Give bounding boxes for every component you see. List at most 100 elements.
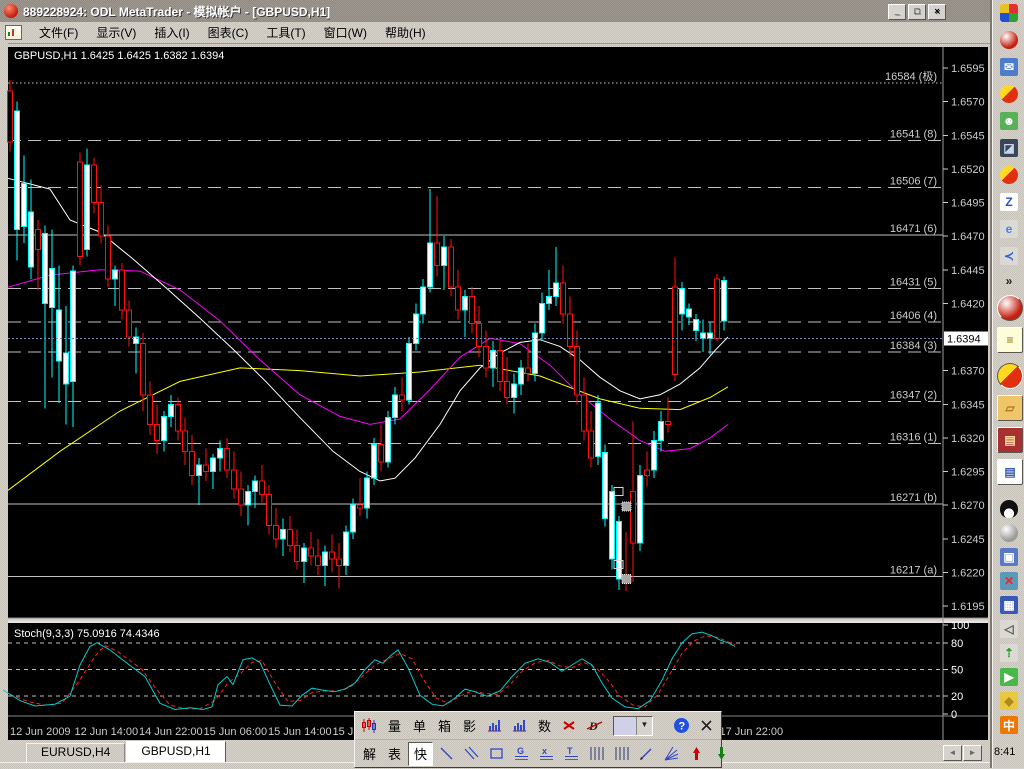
qq-icon[interactable] — [1000, 500, 1018, 518]
comet-taskbutton[interactable] — [997, 363, 1023, 389]
object-select-combo[interactable]: ▼ — [613, 715, 653, 736]
svg-text:x: x — [542, 746, 547, 756]
arrow-up-icon[interactable] — [685, 743, 708, 765]
odl-taskbutton[interactable] — [997, 295, 1023, 321]
arrow-down-icon[interactable] — [710, 743, 733, 765]
svg-text:16431 (5): 16431 (5) — [890, 277, 937, 289]
rectangle-icon[interactable] — [485, 743, 508, 765]
svg-text:50: 50 — [951, 665, 963, 677]
menu-item-2[interactable]: 插入(I) — [145, 22, 198, 43]
menu-item-1[interactable]: 显示(V) — [87, 22, 145, 43]
box-button[interactable]: 箱 — [433, 715, 456, 737]
svg-text:1.6270: 1.6270 — [951, 500, 985, 512]
menu-item-4[interactable]: 工具(T) — [257, 22, 314, 43]
svg-text:16316 (1): 16316 (1) — [890, 431, 937, 443]
books-taskbutton[interactable]: ▤ — [997, 427, 1023, 453]
document-taskbutton[interactable]: ▤ — [997, 459, 1023, 485]
maximize-button[interactable]: □ — [908, 4, 926, 20]
svg-text:1.6295: 1.6295 — [951, 467, 985, 479]
metatrader-window: 889228924: ODL MetaTrader - 模拟帐户 - [GBPU… — [0, 0, 992, 769]
quick-button[interactable]: 快 — [408, 741, 433, 766]
pencil-icon[interactable] — [635, 743, 658, 765]
menu-item-0[interactable]: 文件(F) — [30, 22, 87, 43]
volume-monitor-icon[interactable]: ▣ — [1000, 548, 1018, 566]
tab-eurusd-h4[interactable]: EURUSD,H4 — [26, 743, 126, 762]
z-app-icon[interactable]: Z — [1000, 193, 1018, 211]
bar-chart2-icon[interactable] — [508, 715, 531, 737]
comet-icon[interactable] — [1000, 85, 1018, 103]
tab-scrollbar: ◄ ► — [943, 745, 982, 761]
ie-icon[interactable]: e — [1000, 220, 1018, 238]
tab-gbpusd-h1[interactable]: GBPUSD,H1 — [126, 741, 226, 762]
svg-text:16384 (3): 16384 (3) — [890, 340, 937, 352]
volume-button[interactable]: 量 — [383, 715, 406, 737]
vertical-lines2-icon[interactable] — [610, 743, 633, 765]
fan-icon[interactable] — [660, 743, 683, 765]
dx-indicator-icon[interactable]: D — [583, 715, 606, 737]
svg-text:80: 80 — [951, 638, 963, 650]
tab-scroll-right-button[interactable]: ► — [963, 745, 982, 761]
svg-text:16506 (7): 16506 (7) — [890, 176, 937, 188]
svg-text:0: 0 — [951, 709, 957, 721]
folder-taskbutton[interactable]: ▱ — [997, 395, 1023, 421]
price-chart-svg: 16584 (极) 16541 (8) 16506 (7) 16471 (6) 1643… — [2, 47, 988, 740]
green-tv-icon[interactable]: ▶ — [1000, 668, 1018, 686]
svg-text:1.6445: 1.6445 — [951, 265, 985, 277]
overflow-chevron-icon[interactable]: » — [1000, 272, 1018, 290]
chevron-down-icon[interactable]: ▼ — [636, 716, 652, 735]
close-toolbar-icon[interactable] — [695, 715, 718, 737]
help-icon[interactable]: ? — [670, 715, 693, 737]
trendline-icon[interactable] — [435, 743, 458, 765]
delete-cross-icon[interactable] — [558, 715, 581, 737]
title-bar[interactable]: 889228924: ODL MetaTrader - 模拟帐户 - [GBPU… — [0, 0, 990, 22]
green-users-icon[interactable]: ☻ — [1000, 112, 1018, 130]
network-offline-icon[interactable]: ✕ — [1000, 572, 1018, 590]
chart-canvas[interactable]: 16584 (极) 16541 (8) 16506 (7) 16471 (6) 1643… — [0, 43, 990, 762]
analysis-button[interactable]: 解 — [358, 743, 381, 765]
bar-chart-icon[interactable] — [483, 715, 506, 737]
menu-item-5[interactable]: 窗口(W) — [315, 22, 376, 43]
chart-window-icon[interactable] — [5, 25, 22, 40]
svg-text:G: G — [517, 746, 524, 756]
blue-swoosh-icon[interactable]: ≺ — [1000, 247, 1018, 265]
svg-text:16271 (b): 16271 (b) — [890, 492, 937, 504]
svg-text:1.6220: 1.6220 — [951, 567, 985, 579]
order-button[interactable]: 单 — [408, 715, 431, 737]
menu-item-6[interactable]: 帮助(H) — [376, 22, 435, 43]
svg-text:1.6345: 1.6345 — [951, 399, 985, 411]
ohlc-label: GBPUSD,H1 1.6425 1.6425 1.6382 1.6394 — [14, 50, 224, 62]
tab-scroll-left-button[interactable]: ◄ — [943, 745, 962, 761]
menu-item-3[interactable]: 图表(C) — [199, 22, 258, 43]
usb-eject-icon[interactable]: ⇡ — [1000, 644, 1018, 662]
odl-icon[interactable] — [1000, 31, 1018, 49]
gold-shield-icon[interactable]: ◆ — [1000, 692, 1018, 710]
svg-text:1.6195: 1.6195 — [951, 601, 985, 613]
channel-icon[interactable] — [460, 743, 483, 765]
film-app-icon[interactable]: ▦ — [1000, 596, 1018, 614]
taskbar-clock: 8:41 — [994, 746, 1016, 758]
input-method-icon[interactable]: 中 — [1000, 716, 1018, 734]
fibo-icon[interactable]: x — [535, 743, 558, 765]
vertical-lines-icon[interactable] — [585, 743, 608, 765]
svg-text:12 Jun 2009: 12 Jun 2009 — [10, 726, 71, 738]
table-button[interactable]: 表 — [383, 743, 406, 765]
minimize-button[interactable]: _ — [888, 4, 906, 20]
svg-text:1.6570: 1.6570 — [951, 97, 985, 109]
windows-logo-icon[interactable] — [1000, 4, 1018, 22]
dark-sphere-app-icon[interactable]: ◪ — [1000, 139, 1018, 157]
candlestick-chart-icon[interactable] — [358, 715, 381, 737]
svg-text:16541 (8): 16541 (8) — [890, 129, 937, 141]
mail-app-icon[interactable]: ✉ — [1000, 58, 1018, 76]
notepad-taskbutton[interactable]: ≡ — [997, 327, 1023, 353]
svg-text:1.6520: 1.6520 — [951, 164, 985, 176]
mouse-icon[interactable] — [1000, 524, 1018, 542]
number-button[interactable]: 数 — [533, 715, 556, 737]
shadow-button[interactable]: 影 — [458, 715, 481, 737]
menu-items: 文件(F) 显示(V) 插入(I) 图表(C) 工具(T) 窗口(W) 帮助(H) — [30, 22, 435, 43]
text-label-icon[interactable]: T — [560, 743, 583, 765]
gann-grid-icon[interactable]: G — [510, 743, 533, 765]
speaker-icon[interactable]: ◁ — [1000, 620, 1018, 638]
comet2-icon[interactable] — [1000, 166, 1018, 184]
svg-text:T: T — [567, 746, 573, 756]
close-button[interactable]: × — [928, 4, 946, 20]
